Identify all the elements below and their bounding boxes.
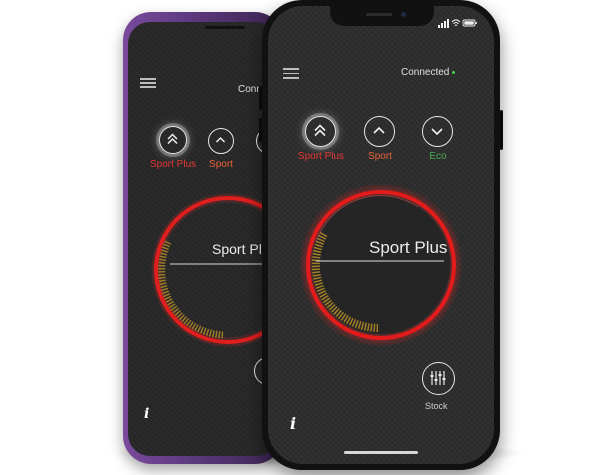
connected-indicator-dot [452,70,456,74]
back-phone-speaker [205,26,245,29]
chevron-up-icon [215,136,226,143]
wifi-icon [451,19,461,26]
sliders-icon [430,371,446,385]
mode-sport-button[interactable] [364,116,395,147]
chevron-down-icon [431,128,443,136]
front-phone-power-button [500,110,503,150]
battery-icon [462,19,477,27]
chevron-up-icon [373,126,385,134]
double-chevron-up-icon [167,133,178,145]
mode-sport-plus-button[interactable] [305,116,336,147]
stock-label: Stock [425,401,448,411]
stock-button[interactable] [422,362,455,395]
back-mode-sport-button[interactable] [208,128,234,154]
back-mode-sport-plus-button[interactable] [159,126,187,154]
home-indicator[interactable] [344,451,418,454]
info-icon[interactable]: i [290,414,296,433]
front-phone-screen: Connected Sport Plus Sport Eco Sport Plu… [268,6,494,464]
back-menu-icon[interactable] [140,78,156,88]
double-chevron-up-icon [314,124,326,137]
mode-eco-label: Eco [429,151,447,162]
back-mode-sport-plus-label: Sport Plus [150,159,197,170]
back-info-icon[interactable]: i [144,406,149,422]
mode-eco-button[interactable] [422,116,453,147]
back-mode-dial [151,193,278,347]
front-camera [401,12,406,17]
front-phone-speaker [366,13,392,16]
connection-status: Connected [401,67,456,78]
menu-icon[interactable] [283,68,299,79]
front-phone-notch [330,6,434,26]
signal-icon [438,19,449,28]
back-mode-sport-label: Sport [209,159,233,170]
mode-dial [299,183,463,347]
connection-label: Connected [401,67,450,78]
mode-sport-label: Sport [368,151,392,162]
status-bar-icons [438,19,477,28]
mode-sport-plus-label: Sport Plus [297,151,345,162]
back-phone-screen: Connected Sport Plus Sport Sport Plus i [128,22,278,456]
dial-face [312,196,450,334]
mode-title: Sport Plus [369,238,448,257]
